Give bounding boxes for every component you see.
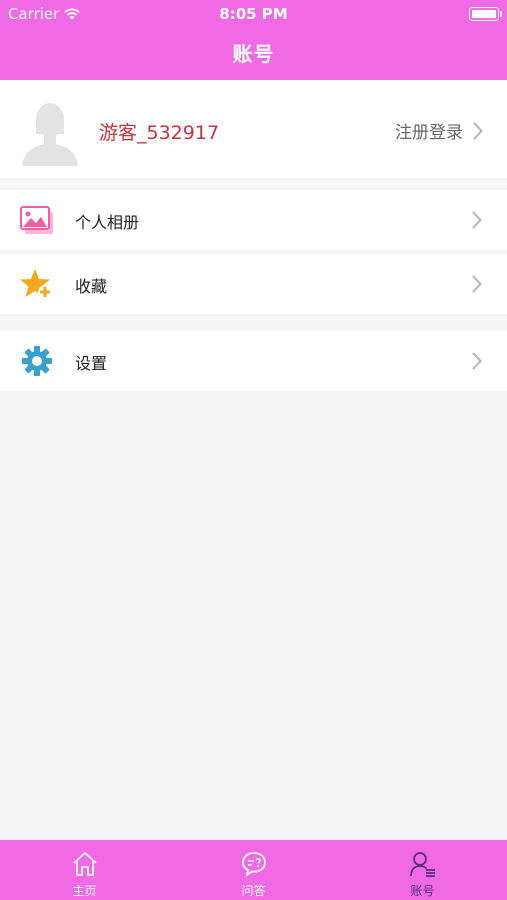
status-time: 8:05 PM [219,5,288,23]
tab-bar: 主页 问答 账号 [0,840,507,900]
status-bar: Carrier 8:05 PM [0,0,507,28]
account-icon [409,852,435,877]
battery-icon [469,7,502,21]
menu-item-label: 设置 [75,354,108,373]
menu-item-photo-album[interactable]: 个人相册 [0,190,507,250]
tab-qa[interactable]: 问答 [169,840,338,900]
chevron-right-icon [472,211,482,229]
menu-item-favorites[interactable]: 收藏 [0,254,507,314]
chat-question-icon [241,852,266,878]
page-title: 账号 [232,42,275,66]
chevron-right-icon [473,122,483,139]
gear-icon [22,346,52,376]
username: 游客_532917 [99,122,220,144]
tab-label: 账号 [410,884,435,898]
chevron-right-icon [472,275,482,293]
register-login-link[interactable]: 注册登录 [395,118,483,143]
profile-card[interactable]: 游客_532917 注册登录 [0,80,507,178]
tab-label: 问答 [241,884,266,898]
avatar-placeholder-icon [22,103,78,166]
menu-item-settings[interactable]: 设置 [0,331,507,391]
home-icon [72,852,97,876]
top-bar: Carrier 8:05 PM 账号 [0,0,507,80]
menu-item-label: 收藏 [75,277,108,296]
photo-album-icon [20,206,53,234]
chevron-right-icon [472,352,482,370]
tab-home[interactable]: 主页 [0,840,169,900]
menu-item-label: 个人相册 [75,213,140,232]
star-plus-icon [20,269,52,299]
register-login-label: 注册登录 [395,123,463,143]
tab-account[interactable]: 账号 [338,840,507,900]
tab-label: 主页 [72,884,97,898]
